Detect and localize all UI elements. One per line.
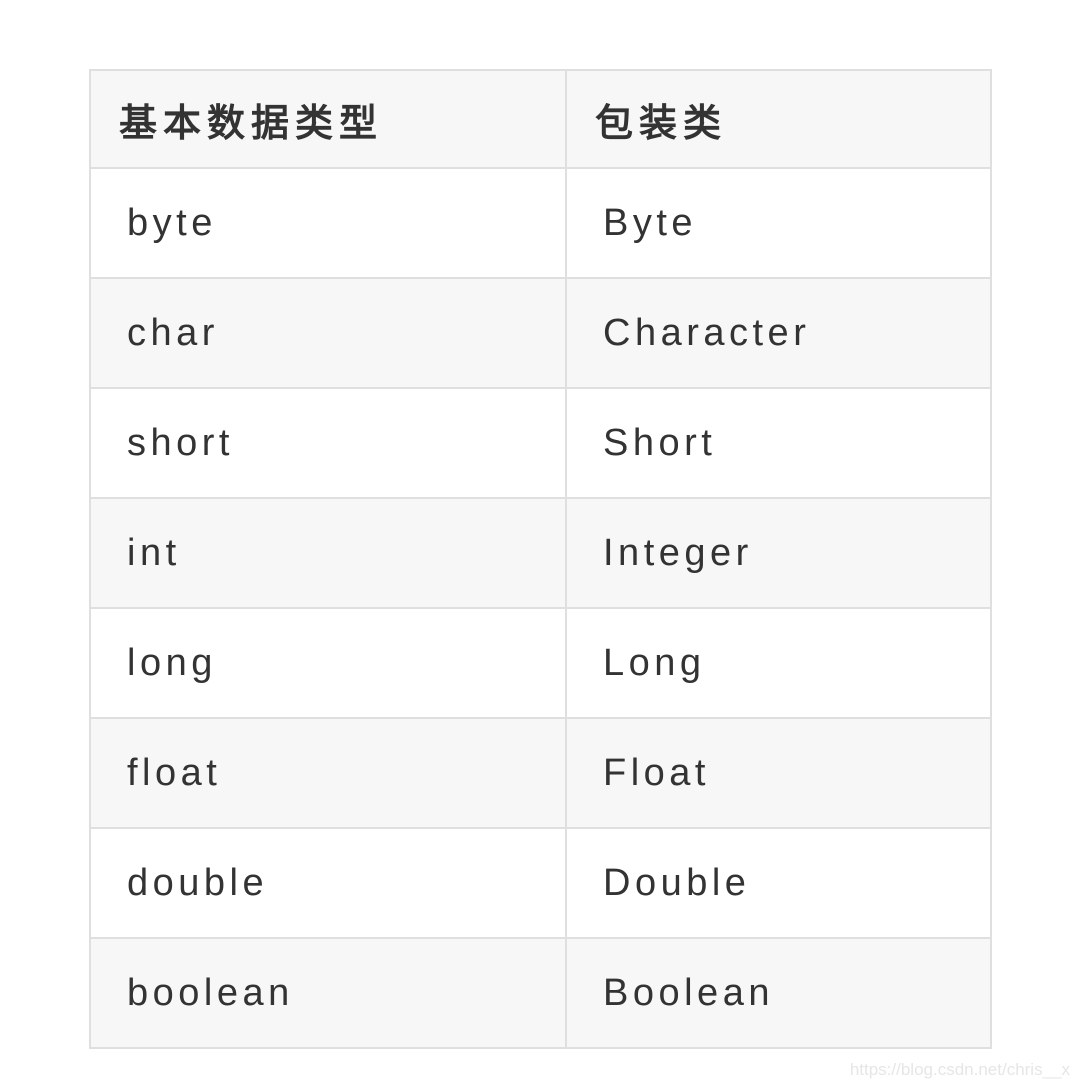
wrapper-class-cell: Float: [565, 717, 992, 829]
primitive-type-cell: char: [89, 277, 567, 389]
wrapper-class-cell: Byte: [565, 167, 992, 279]
table-row: float Float: [89, 717, 992, 829]
table-row: char Character: [89, 277, 992, 389]
table-row: short Short: [89, 387, 992, 499]
watermark: https://blog.csdn.net/chris__x: [849, 1060, 1070, 1079]
table-header-row: 基本数据类型 包装类: [89, 69, 992, 169]
header-primitive-type: 基本数据类型: [89, 69, 567, 169]
header-wrapper-class: 包装类: [565, 69, 992, 169]
table-row: double Double: [89, 827, 992, 939]
wrapper-class-cell: Character: [565, 277, 992, 389]
primitive-type-cell: byte: [89, 167, 567, 279]
wrapper-class-cell: Double: [565, 827, 992, 939]
primitive-type-cell: int: [89, 497, 567, 609]
wrapper-class-table: 基本数据类型 包装类 byte Byte char Character short Sho…: [89, 69, 992, 1049]
primitive-type-cell: boolean: [89, 937, 567, 1049]
wrapper-class-cell: Long: [565, 607, 992, 719]
wrapper-class-cell: Boolean: [565, 937, 992, 1049]
table-row: byte Byte: [89, 167, 992, 279]
wrapper-class-cell: Integer: [565, 497, 992, 609]
table-row: boolean Boolean: [89, 937, 992, 1049]
primitive-type-cell: long: [89, 607, 567, 719]
primitive-type-cell: short: [89, 387, 567, 499]
primitive-type-cell: double: [89, 827, 567, 939]
wrapper-class-cell: Short: [565, 387, 992, 499]
primitive-type-cell: float: [89, 717, 567, 829]
table-row: int Integer: [89, 497, 992, 609]
table-row: long Long: [89, 607, 992, 719]
